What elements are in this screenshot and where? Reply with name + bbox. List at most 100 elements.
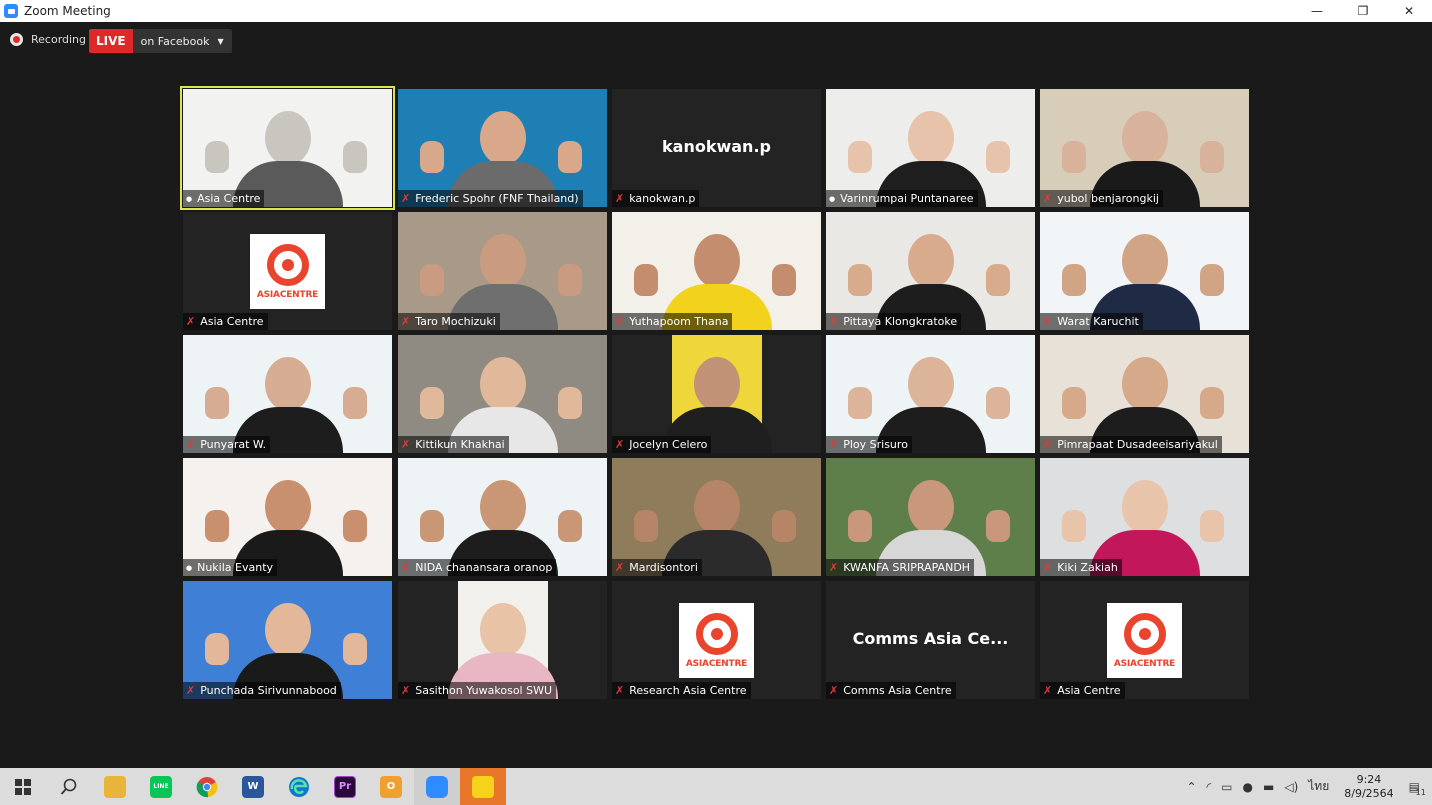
file-explorer-button[interactable] xyxy=(92,768,138,805)
participant-tile[interactable]: ASIACENTRE ✗ Research Asia Centre xyxy=(612,581,821,699)
participant-tile[interactable]: ✗ Ploy Srisuro xyxy=(826,335,1035,453)
participant-name-tag: ✗ Asia Centre xyxy=(1040,682,1125,699)
premiere-button[interactable]: Pr xyxy=(322,768,368,805)
participant-tile[interactable]: ● Varinrumpai Puntanaree xyxy=(826,89,1035,207)
participant-tile[interactable]: ✗ Pimrapaat Dusadeeisariyakul xyxy=(1040,335,1249,453)
participant-tile[interactable]: ✗ Kiki Zakiah xyxy=(1040,458,1249,576)
live-destination-label: on Facebook xyxy=(140,34,210,48)
waving-hand xyxy=(1200,510,1224,542)
participant-name-tag: ✗ NIDA chanansara oranop xyxy=(398,559,557,576)
participant-name: kanokwan.p xyxy=(629,192,696,205)
wifi-icon[interactable]: ◜ xyxy=(1207,780,1212,794)
search-button[interactable] xyxy=(46,768,92,805)
microphone-icon: ● xyxy=(186,563,193,572)
participant-tile[interactable]: ✗ Punchada Sirivunnabood xyxy=(183,581,392,699)
participant-name: Jocelyn Celero xyxy=(629,438,708,451)
live-stream-status[interactable]: LIVE on Facebook ▼ xyxy=(89,29,232,53)
microphone-icon[interactable]: ● xyxy=(1243,780,1253,794)
participant-name: Yuthapoom Thana xyxy=(629,315,729,328)
participant-tile[interactable]: ✗ Warat Karuchit xyxy=(1040,212,1249,330)
participant-head xyxy=(907,234,954,288)
muted-microphone-icon: ✗ xyxy=(401,561,411,574)
participant-tile[interactable]: ASIACENTRE ✗ Asia Centre xyxy=(183,212,392,330)
participant-tile[interactable]: ✗ yubol benjarongkij xyxy=(1040,89,1249,207)
waving-hand xyxy=(205,633,229,665)
participant-display-name: kanokwan.p xyxy=(662,137,771,156)
participant-tile[interactable]: ✗ Jocelyn Celero xyxy=(612,335,821,453)
window-title: Zoom Meeting xyxy=(24,4,111,18)
participant-name: Frederic Spohr (FNF Thailand) xyxy=(415,192,579,205)
chevron-up-icon[interactable]: ⌃ xyxy=(1186,780,1196,794)
participant-name: Kittikun Khakhai xyxy=(415,438,505,451)
participant-tile[interactable]: ✗ NIDA chanansara oranop xyxy=(398,458,607,576)
search-icon xyxy=(60,778,77,795)
participant-tile[interactable]: ✗ Kittikun Khakhai xyxy=(398,335,607,453)
participant-tile[interactable]: ✗ Taro Mochizuki xyxy=(398,212,607,330)
word-button[interactable]: W xyxy=(230,768,276,805)
participant-tile[interactable]: ✗ Frederic Spohr (FNF Thailand) xyxy=(398,89,607,207)
edge-button[interactable] xyxy=(276,768,322,805)
muted-microphone-icon: ✗ xyxy=(1043,438,1053,451)
windows-start-button[interactable] xyxy=(0,768,46,805)
outlook-button[interactable]: O xyxy=(368,768,414,805)
participant-tile[interactable]: ✗ Punyarat W. xyxy=(183,335,392,453)
participant-name: Kiki Zakiah xyxy=(1057,561,1118,574)
chrome-button[interactable] xyxy=(184,768,230,805)
waving-hand xyxy=(420,141,444,173)
participant-name: Pittaya Klongkratoke xyxy=(843,315,958,328)
speaker-icon[interactable]: ◁) xyxy=(1284,780,1298,794)
participant-head xyxy=(693,234,740,288)
notification-center-button[interactable]: ▤ 11 xyxy=(1409,780,1426,797)
waving-hand xyxy=(634,264,658,296)
logo-wordmark: ASIACENTRE xyxy=(1113,658,1176,669)
participant-name: Asia Centre xyxy=(197,192,261,205)
participant-tile[interactable]: kanokwan.p ✗ kanokwan.p xyxy=(612,89,821,207)
waving-hand xyxy=(343,510,367,542)
participant-tile[interactable]: ✗ Yuthapoom Thana xyxy=(612,212,821,330)
participant-head xyxy=(1121,480,1168,534)
muted-microphone-icon: ✗ xyxy=(829,315,839,328)
participant-tile[interactable]: ✗ KWANFA SRIPRAPANDH xyxy=(826,458,1035,576)
system-tray: ⌃ ◜ ▭ ● ▬ ◁) ไทย 9:24 8/9/2564 ▤ 11 xyxy=(1181,768,1432,805)
live-destination-dropdown[interactable]: on Facebook ▼ xyxy=(132,29,232,53)
participant-name: Varinrumpai Puntanaree xyxy=(840,192,974,205)
muted-microphone-icon: ✗ xyxy=(186,315,196,328)
participant-name: Sasithon Yuwakosol SWU xyxy=(415,684,553,697)
line-app-button[interactable]: LINE xyxy=(138,768,184,805)
participant-name-tag: ✗ Jocelyn Celero xyxy=(612,436,712,453)
participant-tile[interactable]: ● Nukila Evanty xyxy=(183,458,392,576)
battery-icon[interactable]: ▬ xyxy=(1263,780,1274,794)
zoom-taskbar-button[interactable] xyxy=(414,768,460,805)
window-controls: — ❐ ✕ xyxy=(1294,0,1432,22)
sticky-notes-button[interactable] xyxy=(460,768,506,805)
participant-name: Asia Centre xyxy=(200,315,264,328)
maximize-button[interactable]: ❐ xyxy=(1340,0,1386,22)
close-button[interactable]: ✕ xyxy=(1386,0,1432,22)
participant-name: KWANFA SRIPRAPANDH xyxy=(843,561,971,574)
zoom-app-icon xyxy=(4,4,18,18)
participant-name: yubol benjarongkij xyxy=(1057,192,1159,205)
participant-tile[interactable]: ✗ Sasithon Yuwakosol SWU xyxy=(398,581,607,699)
participant-tile[interactable]: ✗ Pittaya Klongkratoke xyxy=(826,212,1035,330)
edge-icon xyxy=(289,776,309,797)
zoom-icon xyxy=(426,775,448,798)
participant-name: Asia Centre xyxy=(1057,684,1121,697)
participant-tile[interactable]: Comms Asia Ce... ✗ Comms Asia Centre xyxy=(826,581,1035,699)
muted-microphone-icon: ✗ xyxy=(615,315,625,328)
minimize-button[interactable]: — xyxy=(1294,0,1340,22)
participant-tile[interactable]: ● Asia Centre xyxy=(180,86,395,210)
participant-tile[interactable]: ASIACENTRE ✗ Asia Centre xyxy=(1040,581,1249,699)
waving-hand xyxy=(420,387,444,419)
language-indicator[interactable]: ไทย xyxy=(1308,777,1329,796)
muted-microphone-icon: ✗ xyxy=(401,438,411,451)
muted-microphone-icon: ✗ xyxy=(401,315,411,328)
recording-indicator[interactable]: Recording xyxy=(10,33,86,46)
clock[interactable]: 9:24 8/9/2564 xyxy=(1344,773,1393,801)
participant-head xyxy=(264,603,311,657)
participant-head xyxy=(479,357,526,411)
participant-tile[interactable]: ✗ Mardisontori xyxy=(612,458,821,576)
waving-hand xyxy=(1062,510,1086,542)
device-icon[interactable]: ▭ xyxy=(1221,780,1232,794)
participant-name-tag: ✗ Kiki Zakiah xyxy=(1040,559,1122,576)
participant-head xyxy=(264,357,311,411)
